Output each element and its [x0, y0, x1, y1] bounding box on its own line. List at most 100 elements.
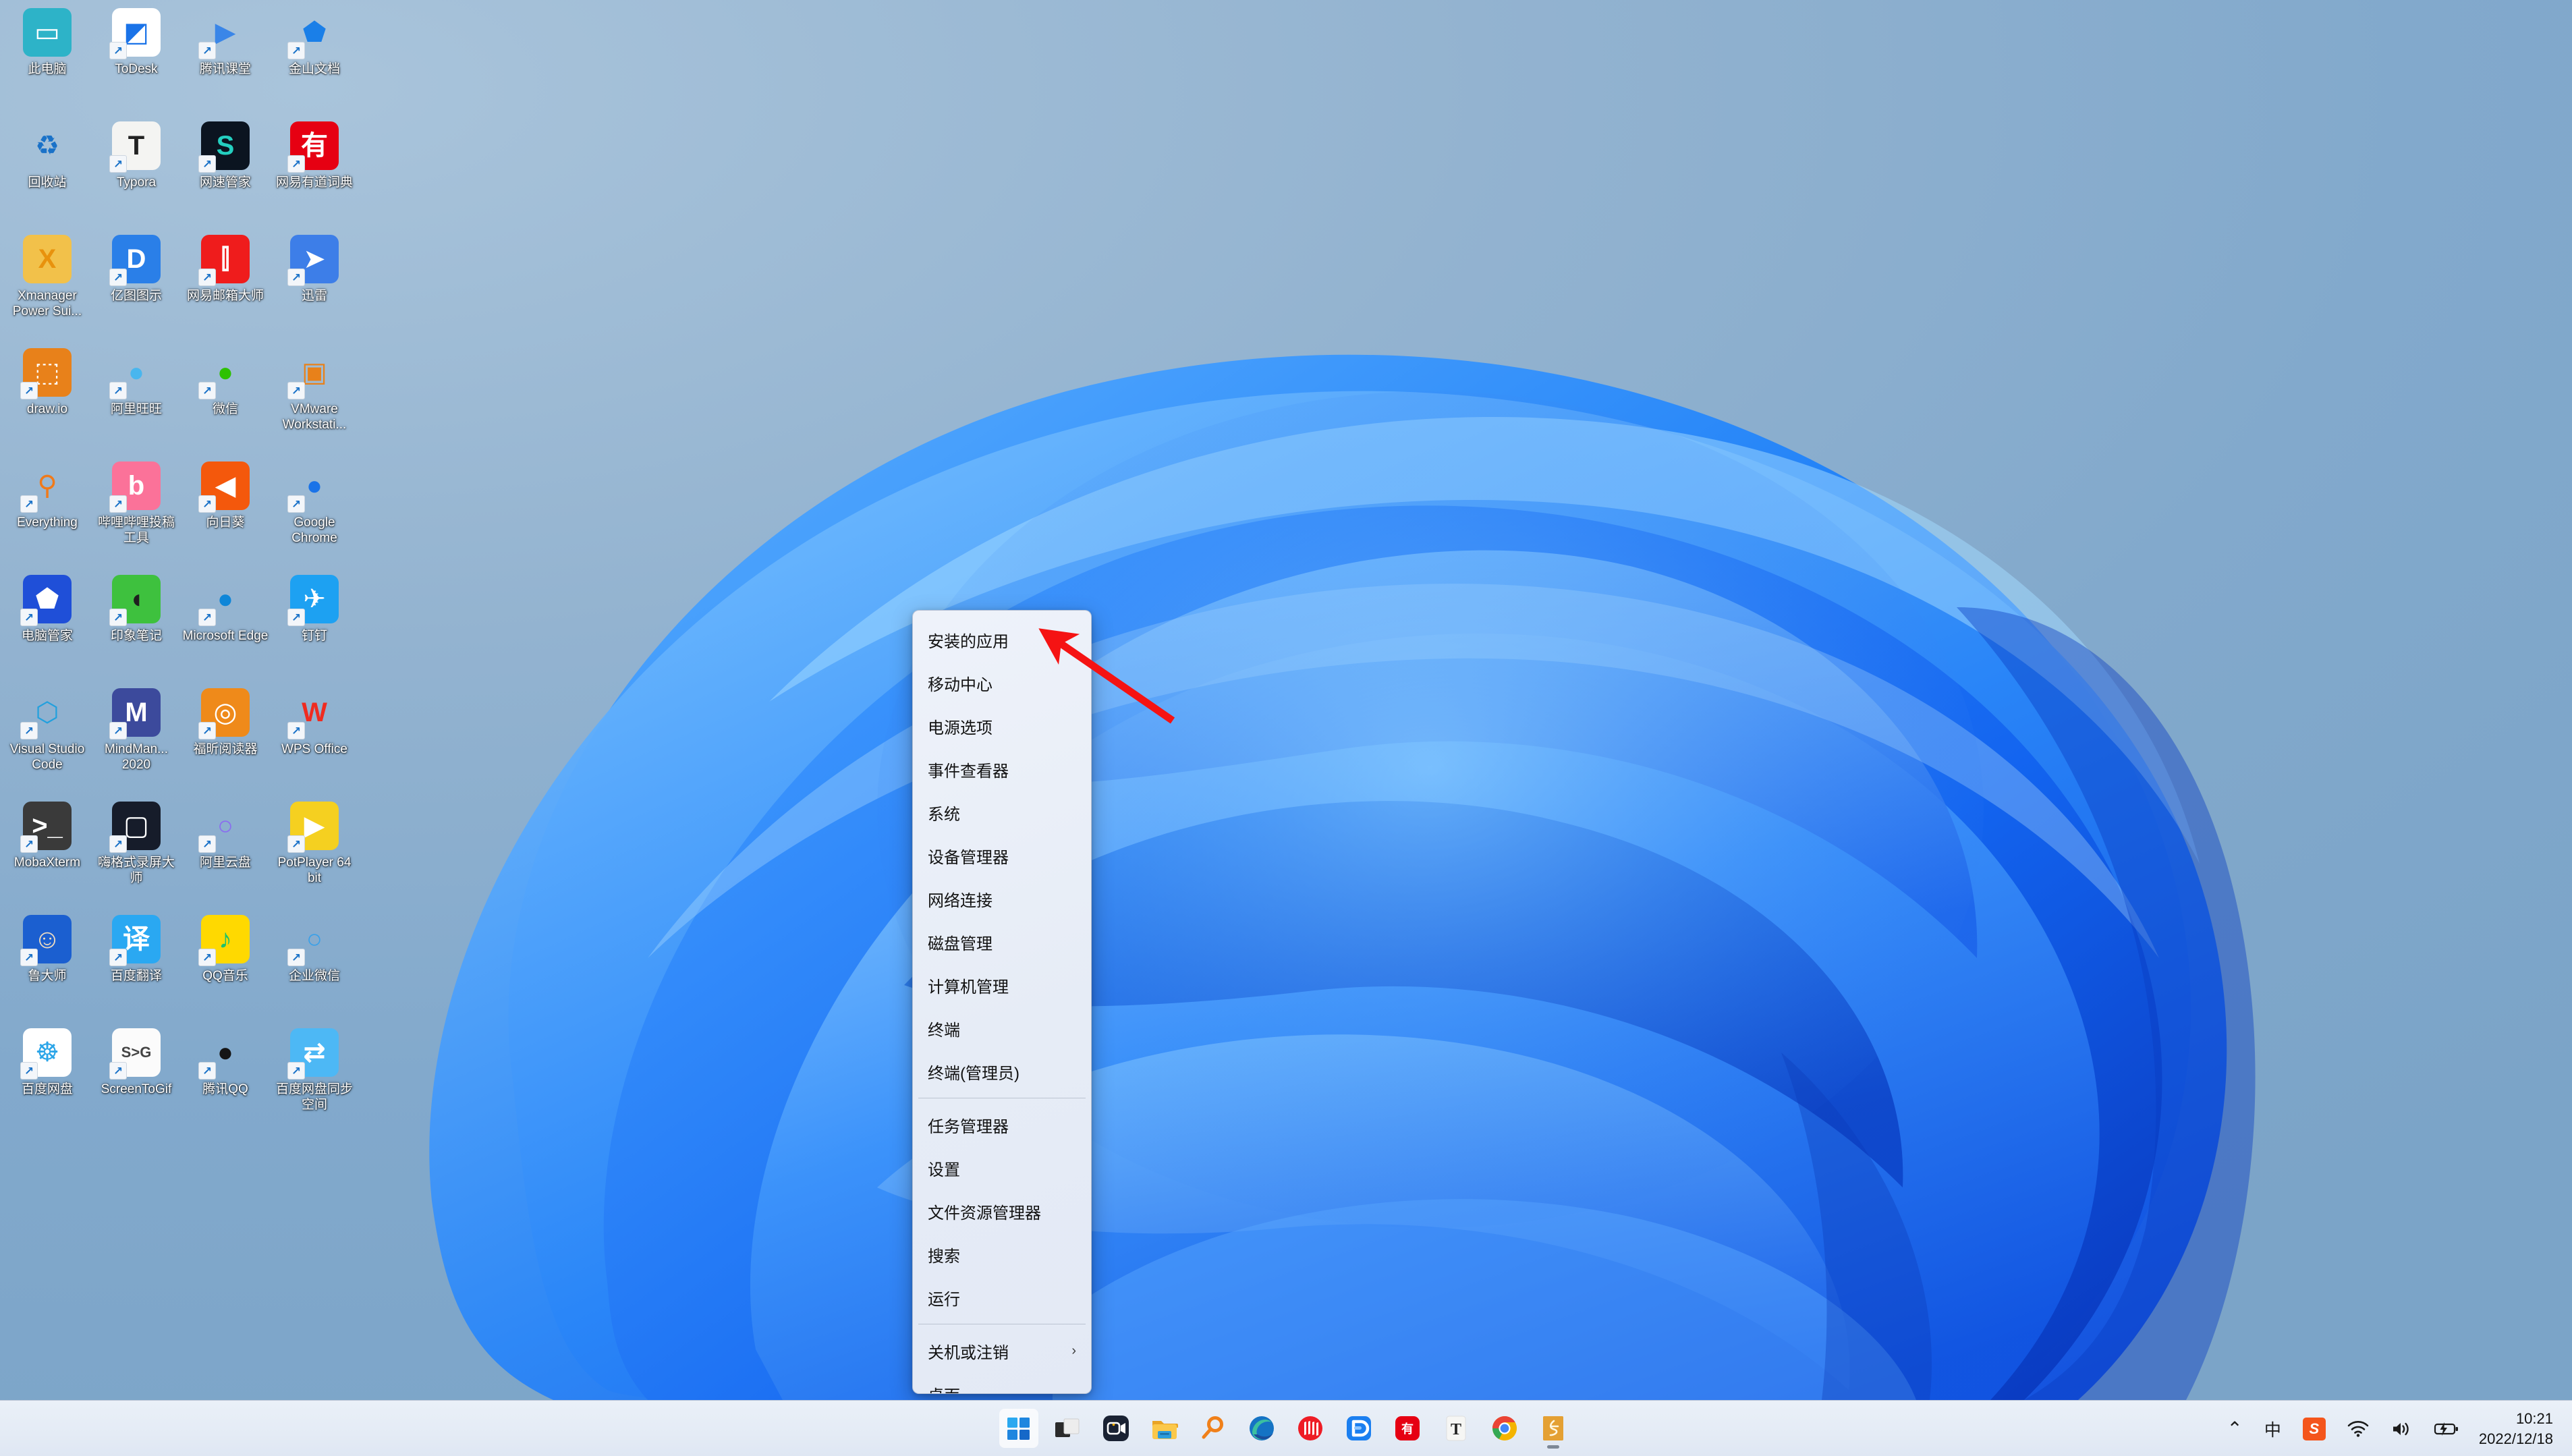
- chrome-button[interactable]: [1485, 1409, 1524, 1448]
- context-menu-item[interactable]: 桌面: [913, 1372, 1091, 1394]
- desktop-icon[interactable]: ● ↗ Microsoft Edge: [181, 569, 270, 683]
- desktop-icon[interactable]: ● ↗ 腾讯QQ: [181, 1023, 270, 1136]
- netease-mail-button[interactable]: [1291, 1409, 1330, 1448]
- context-menu-item[interactable]: 任务管理器: [913, 1103, 1091, 1146]
- desktop-icon[interactable]: 译 ↗ 百度翻译: [92, 909, 181, 1023]
- desktop-icon[interactable]: >_ ↗ MobaXterm: [3, 796, 92, 909]
- desktop-icon[interactable]: 有 ↗ 网易有道词典: [270, 116, 359, 229]
- context-menu-item-label: 事件查看器: [928, 762, 1009, 781]
- context-menu-item[interactable]: 搜索: [913, 1233, 1091, 1276]
- desktop-icon[interactable]: ○ ↗ 阿里云盘: [181, 796, 270, 909]
- desktop-icon[interactable]: ☸ ↗ 百度网盘: [3, 1023, 92, 1136]
- youdao-button[interactable]: 有: [1388, 1409, 1427, 1448]
- context-menu-item[interactable]: 文件资源管理器: [913, 1189, 1091, 1233]
- taskbar-buttons: 有T: [999, 1401, 1573, 1456]
- desktop-icon[interactable]: ▶ ↗ 腾讯课堂: [181, 3, 270, 116]
- volume-icon[interactable]: [2382, 1408, 2421, 1450]
- context-menu-item[interactable]: 系统: [913, 791, 1091, 834]
- context-menu-item[interactable]: 终端: [913, 1007, 1091, 1050]
- desktop-icon[interactable]: ⚲ ↗ Everything: [3, 456, 92, 569]
- desktop-icon[interactable]: S ↗ 网速管家: [181, 116, 270, 229]
- start-button[interactable]: [999, 1409, 1038, 1448]
- desktop-icon[interactable]: D ↗ 亿图图示: [92, 229, 181, 343]
- desktop-icon[interactable]: b ↗ 哔哩哔哩投稿工具: [92, 456, 181, 569]
- desktop-icon-label: Typora: [116, 175, 157, 190]
- context-menu-item-label: 终端(管理员): [928, 1064, 1019, 1083]
- typora-button[interactable]: T: [1436, 1409, 1476, 1448]
- screen-recorder-button[interactable]: [1096, 1409, 1136, 1448]
- context-menu-item-label: 磁盘管理: [928, 934, 993, 953]
- haigeshi-recorder-icon: ▢ ↗: [109, 802, 161, 853]
- desktop-wallpaper[interactable]: [0, 0, 2572, 1456]
- context-menu-item[interactable]: 安装的应用: [913, 618, 1091, 661]
- context-menu-item[interactable]: 事件查看器: [913, 748, 1091, 791]
- shortcut-overlay-icon: ↗: [109, 382, 127, 399]
- desktop-icon[interactable]: ○ ↗ 企业微信: [270, 909, 359, 1023]
- desktop-icon[interactable]: ▭ 此电脑: [3, 3, 92, 116]
- desktop-icon[interactable]: ▣ ↗ VMware Workstati...: [270, 343, 359, 456]
- battery-charging-icon[interactable]: [2425, 1408, 2468, 1450]
- context-menu-item[interactable]: 磁盘管理: [913, 920, 1091, 963]
- tencent-pc-manager-icon: ⬟ ↗: [20, 575, 72, 626]
- desktop-icon[interactable]: ● ↗ 微信: [181, 343, 270, 456]
- bilibili-upload-icon: b ↗: [109, 461, 161, 513]
- desktop-icon[interactable]: ⬟ ↗ 金山文档: [270, 3, 359, 116]
- context-menu-item[interactable]: 运行: [913, 1276, 1091, 1319]
- desktop-icon[interactable]: S>G ↗ ScreenToGif: [92, 1023, 181, 1136]
- edge-button[interactable]: [1242, 1409, 1281, 1448]
- desktop-icon[interactable]: ● ↗ 阿里旺旺: [92, 343, 181, 456]
- chrome-icon: [1490, 1414, 1519, 1443]
- desktop-icon[interactable]: T ↗ Typora: [92, 116, 181, 229]
- desktop-icon[interactable]: ▢ ↗ 嗨格式录屏大师: [92, 796, 181, 909]
- desktop-icon[interactable]: ⫿ ↗ 网易邮箱大师: [181, 229, 270, 343]
- desktop-icon[interactable]: ⇄ ↗ 百度网盘同步空间: [270, 1023, 359, 1136]
- desktop-icon[interactable]: ▶ ↗ PotPlayer 64 bit: [270, 796, 359, 909]
- context-menu-item[interactable]: 移动中心: [913, 661, 1091, 704]
- desktop-icon[interactable]: ✈ ↗ 钉钉: [270, 569, 359, 683]
- shortcut-overlay-icon: ↗: [20, 1062, 38, 1080]
- context-menu-item[interactable]: 网络连接: [913, 877, 1091, 920]
- desktop-icon[interactable]: ◎ ↗ 福昕阅读器: [181, 683, 270, 796]
- task-view-button[interactable]: [1048, 1409, 1087, 1448]
- context-menu-item[interactable]: 设备管理器: [913, 834, 1091, 877]
- desktop-icon[interactable]: ♻ 回收站: [3, 116, 92, 229]
- aliwangwang-icon: ● ↗: [109, 348, 161, 399]
- desktop-icon[interactable]: ● ↗ Google Chrome: [270, 456, 359, 569]
- desktop-icon[interactable]: M ↗ MindMan... 2020: [92, 683, 181, 796]
- file-explorer-button[interactable]: [1145, 1409, 1184, 1448]
- foxit-reader-icon: ◎ ↗: [198, 688, 250, 739]
- everything-button[interactable]: [1194, 1409, 1233, 1448]
- context-menu-item-label: 安装的应用: [928, 632, 1009, 651]
- context-menu-item[interactable]: 计算机管理: [913, 963, 1091, 1007]
- desktop-icon[interactable]: ➤ ↗ 迅雷: [270, 229, 359, 343]
- desktop-icon[interactable]: ⬟ ↗ 电脑管家: [3, 569, 92, 683]
- tray-overflow-button[interactable]: ⌃: [2218, 1408, 2251, 1450]
- desktop-icon[interactable]: ⬡ ↗ Visual Studio Code: [3, 683, 92, 796]
- desktop-icon[interactable]: ♪ ↗ QQ音乐: [181, 909, 270, 1023]
- desktop-icon[interactable]: ☺ ↗ 鲁大师: [3, 909, 92, 1023]
- desktop-icon-label: 企业微信: [288, 969, 340, 983]
- edraw-button[interactable]: [1339, 1409, 1378, 1448]
- desktop-icon[interactable]: ⬚ ↗ draw.io: [3, 343, 92, 456]
- desktop-icon[interactable]: W ↗ WPS Office: [270, 683, 359, 796]
- desktop-icon[interactable]: ◀ ↗ 向日葵: [181, 456, 270, 569]
- context-menu-item[interactable]: 终端(管理员): [913, 1050, 1091, 1093]
- context-menu-item[interactable]: 电源选项: [913, 704, 1091, 748]
- calligraphy-app-button[interactable]: [1534, 1409, 1573, 1449]
- context-menu-item[interactable]: 关机或注销 ›: [913, 1329, 1091, 1372]
- sogou-input-icon[interactable]: S: [2294, 1408, 2335, 1450]
- windows-logo-icon: [1005, 1414, 1033, 1443]
- win-x-context-menu[interactable]: 安装的应用 移动中心 电源选项 事件查看器 系统 设备管理器 网络连接 磁盘管理 计算机管理 终端…: [912, 610, 1092, 1394]
- ime-indicator-button[interactable]: 中: [2256, 1408, 2290, 1450]
- shortcut-overlay-icon: ↗: [109, 269, 127, 286]
- desktop-icon[interactable]: ◖ ↗ 印象笔记: [92, 569, 181, 683]
- shortcut-overlay-icon: ↗: [109, 722, 127, 739]
- desktop-icon-label: Visual Studio Code: [9, 742, 85, 773]
- desktop-icon-label: 钉钉: [301, 629, 327, 643]
- desktop-icon[interactable]: X Xmanager Power Sui...: [3, 229, 92, 343]
- clock[interactable]: 10:21 2022/12/18: [2472, 1408, 2563, 1450]
- desktop-icon[interactable]: ◩ ↗ ToDesk: [92, 3, 181, 116]
- wifi-icon[interactable]: [2339, 1408, 2378, 1450]
- screen-recorder-icon: [1102, 1414, 1130, 1443]
- context-menu-item[interactable]: 设置: [913, 1146, 1091, 1189]
